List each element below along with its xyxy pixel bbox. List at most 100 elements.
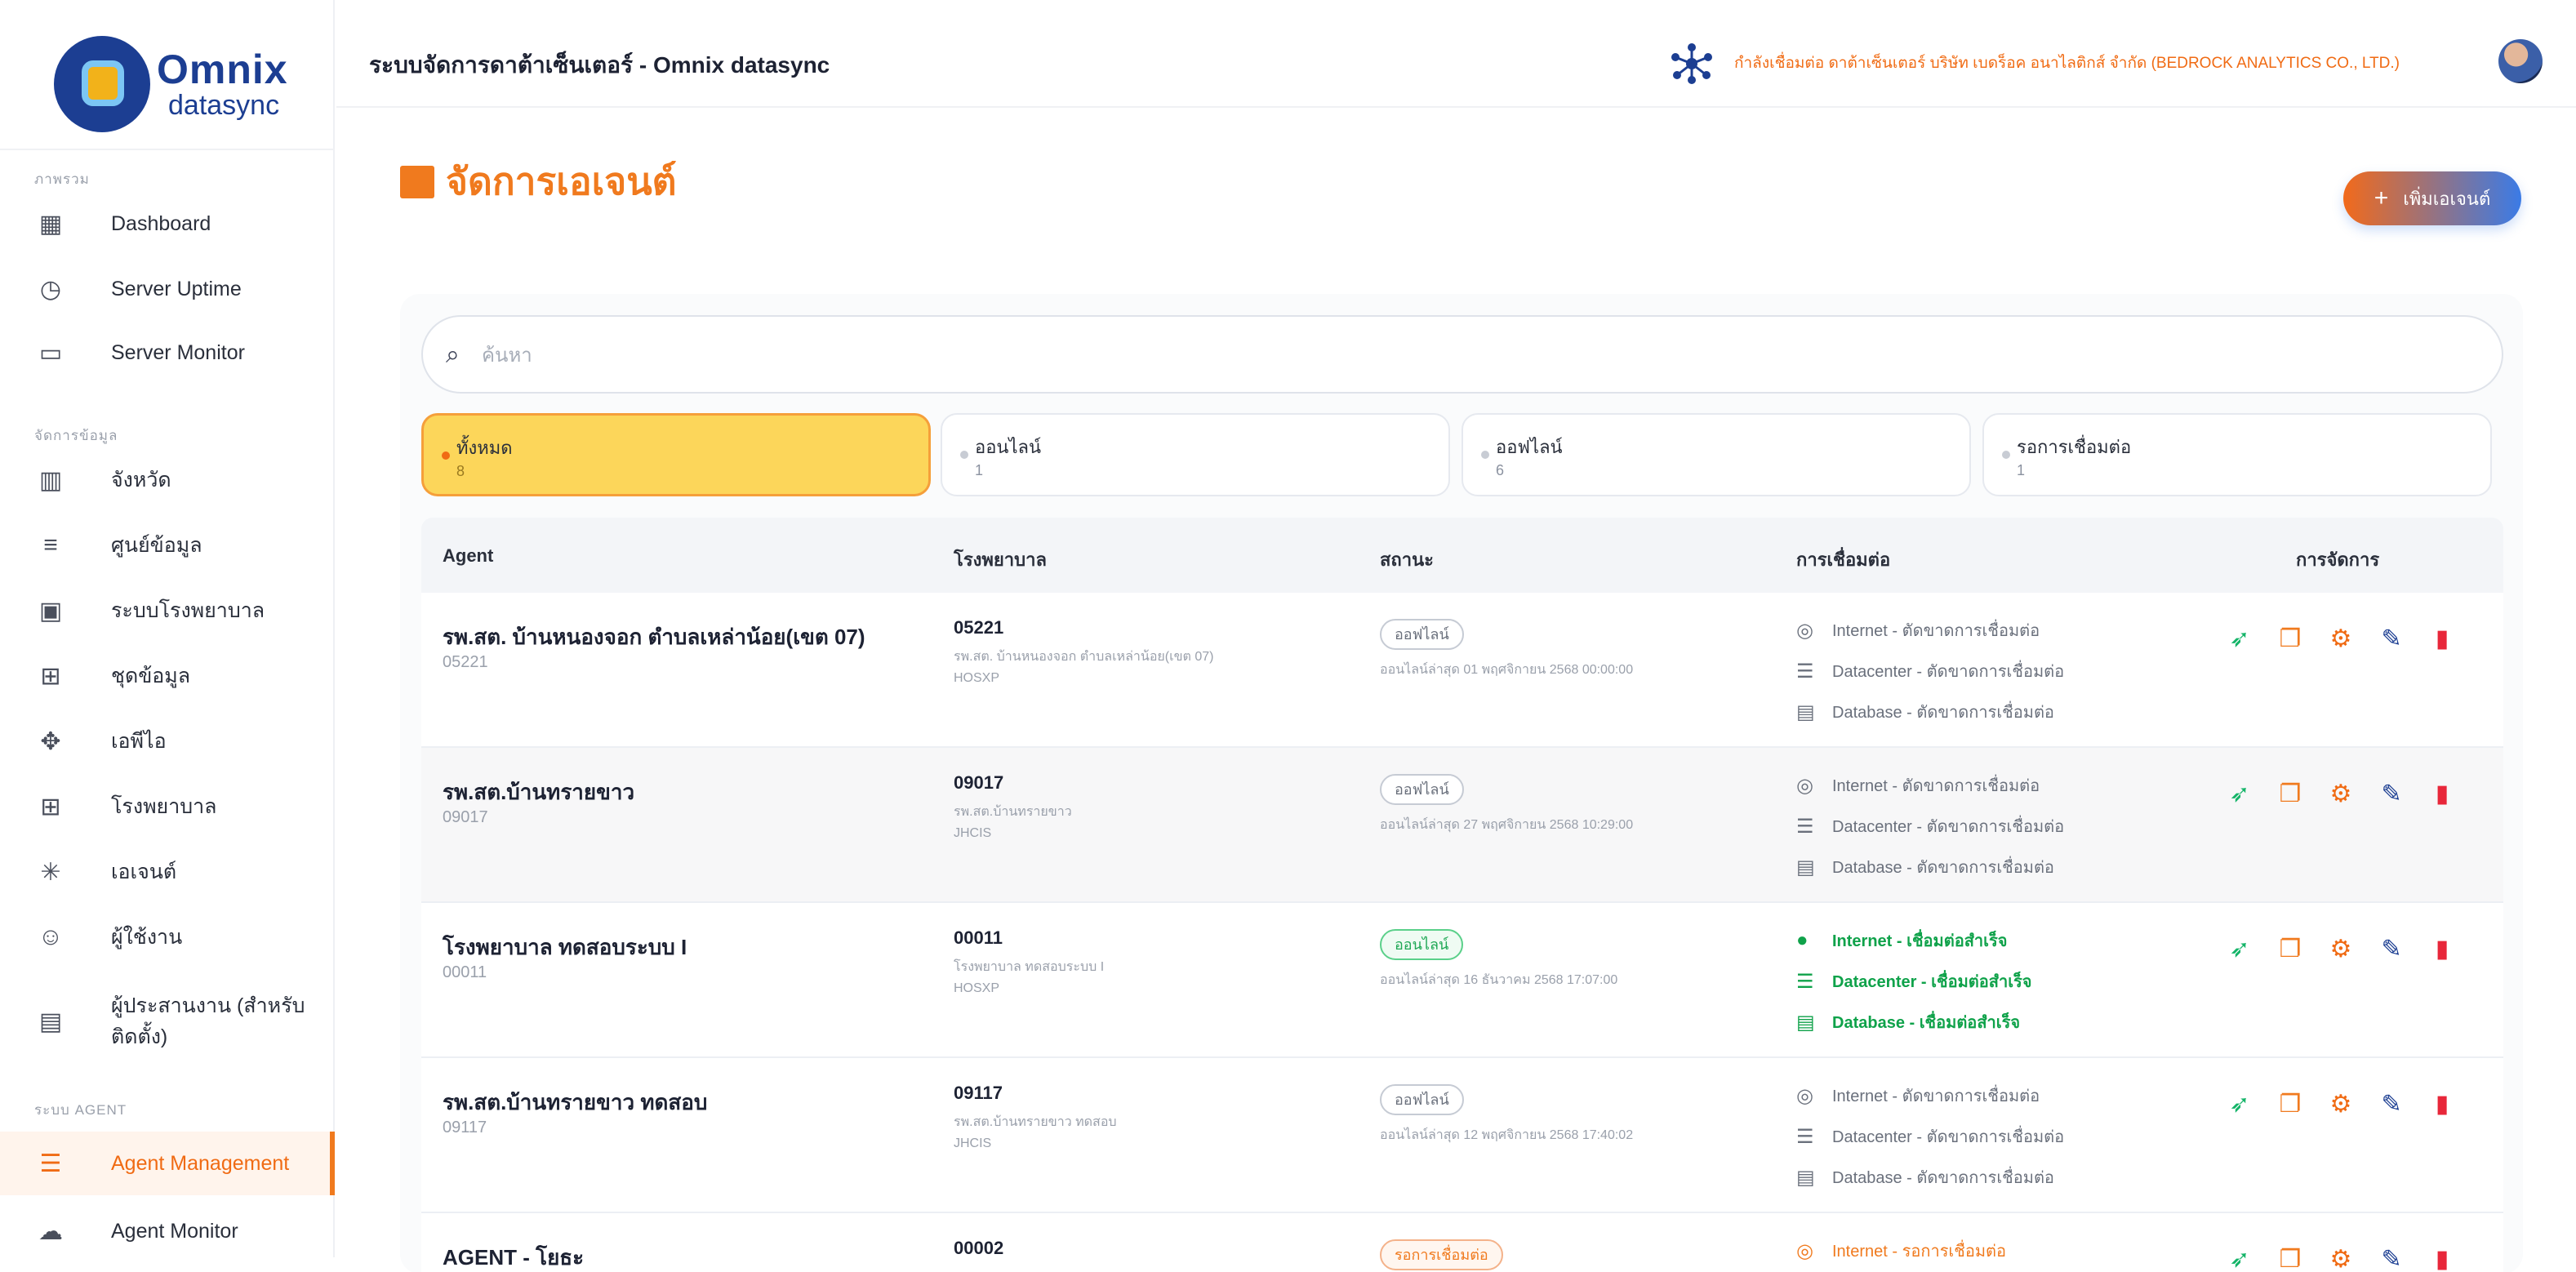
edit-icon[interactable]: ✎ xyxy=(2366,932,2417,965)
column-header-connection: การเชื่อมต่อ xyxy=(1796,549,1891,570)
top-bar: ระบบจัดการดาต้าเซ็นเตอร์ - Omnix datasyn… xyxy=(336,0,2576,108)
logo-divider xyxy=(0,149,335,150)
rocket-icon[interactable]: ➶ xyxy=(2214,777,2265,810)
sidebar-item-label: Agent Management xyxy=(111,1151,290,1175)
copy-icon[interactable]: ❐ xyxy=(2265,777,2316,810)
row-actions: ➶ ❐ ⚙ ✎ ▮ xyxy=(2214,777,2467,810)
hospital-name: โรงพยาบาล ทดสอบระบบ I xyxy=(954,960,1105,974)
sidebar-item-dashboard[interactable]: ▦ Dashboard xyxy=(0,198,335,250)
table-row[interactable]: โรงพยาบาล ทดสอบระบบ I 00011 00011 โรงพยา… xyxy=(421,903,2503,1058)
sidebar-item-hospital[interactable]: ⊞ โรงพยาบาล xyxy=(0,781,335,833)
row-actions: ➶ ❐ ⚙ ✎ ▮ xyxy=(2214,1087,2467,1120)
sidebar-item-datacenter[interactable]: ≡ ศูนย์ข้อมูล xyxy=(0,519,335,572)
sidebar-item-coordinator[interactable]: ▤ ผู้ประสานงาน (สำหรับ ติดตั้ง) xyxy=(0,976,335,1066)
sidebar-item-hospital-system[interactable]: ▣ ระบบโรงพยาบาล xyxy=(0,585,335,637)
gear-icon[interactable]: ⚙ xyxy=(2316,1243,2366,1272)
rocket-icon[interactable]: ➶ xyxy=(2214,622,2265,655)
list-icon: ≡ xyxy=(43,531,58,558)
filter-all[interactable]: ทั้งหมด 8 xyxy=(421,413,931,496)
sidebar-item-label: Agent Monitor xyxy=(111,1219,238,1243)
conn-database-text: Database - ตัดขาดการเชื่อมต่อ xyxy=(1832,859,2054,877)
trash-icon[interactable]: ▮ xyxy=(2417,1243,2467,1272)
status-badge: ออฟไลน์ xyxy=(1380,774,1464,805)
filter-count: 1 xyxy=(975,462,984,478)
sidebar-item-label: Dashboard xyxy=(111,211,211,235)
table-row[interactable]: รพ.สต. บ้านหนองจอก ตำบลเหล่าน้อย(เขต 07)… xyxy=(421,593,2503,748)
table-row[interactable]: AGENT - โยธะ 00002 รอการเชื่อมต่อ ◎ Inter… xyxy=(421,1213,2503,1272)
hospital-system: JHCIS xyxy=(954,1136,992,1150)
sidebar-item-agent[interactable]: ✳ เอเจนต์ xyxy=(0,846,335,898)
section-label-data-management: จัดการข้อมูล xyxy=(34,428,118,443)
agent-name: รพ.สต. บ้านหนองจอก ตำบลเหล่าน้อย(เขต 07) xyxy=(443,625,865,649)
table-row[interactable]: รพ.สต.บ้านทรายขาว ทดสอบ 09117 09117 รพ.ส… xyxy=(421,1058,2503,1213)
gear-icon[interactable]: ⚙ xyxy=(2316,622,2366,655)
search-input[interactable] xyxy=(482,336,2441,376)
datacenter-icon: ☰ xyxy=(1796,815,1814,838)
gear-icon[interactable]: ⚙ xyxy=(2316,1087,2366,1120)
sidebar-item-province[interactable]: ▥ จังหวัด xyxy=(0,454,335,506)
sidebar-item-agent-monitor[interactable]: ☁ Agent Monitor xyxy=(0,1205,335,1257)
rocket-icon[interactable]: ➶ xyxy=(2214,1243,2265,1272)
trash-icon[interactable]: ▮ xyxy=(2417,1087,2467,1120)
avatar[interactable] xyxy=(2498,39,2543,83)
add-agent-button[interactable]: + เพิ่มเอเจนต์ xyxy=(2343,171,2521,225)
database-icon: ▤ xyxy=(1796,700,1815,723)
copy-icon[interactable]: ❐ xyxy=(2265,1243,2316,1272)
brand-sub: datasync xyxy=(168,90,280,121)
connection-status-text: กำลังเชื่อมต่อ ดาต้าเซ็นเตอร์ บริษัท เบด… xyxy=(1734,55,2400,72)
filter-offline[interactable]: ออฟไลน์ 6 xyxy=(1462,413,1971,496)
edit-icon[interactable]: ✎ xyxy=(2366,1087,2417,1120)
trash-icon[interactable]: ▮ xyxy=(2417,622,2467,655)
brand-logo[interactable]: Omnix datasync xyxy=(54,36,288,132)
datacenter-icon: ☰ xyxy=(1796,1125,1814,1148)
database-icon: ▤ xyxy=(1796,1011,1815,1034)
rocket-icon[interactable]: ➶ xyxy=(2214,932,2265,965)
column-header-actions: การจัดการ xyxy=(2296,549,2380,570)
globe-icon: ◎ xyxy=(1796,774,1813,797)
gear-icon[interactable]: ⚙ xyxy=(2316,932,2366,965)
grid-icon: ▦ xyxy=(38,210,63,238)
copy-icon[interactable]: ❐ xyxy=(2265,932,2316,965)
monitor-icon: ▭ xyxy=(38,339,63,367)
hospital-icon: ⊞ xyxy=(40,793,61,821)
column-header-hospital: โรงพยาบาล xyxy=(954,549,1047,570)
search-box[interactable]: ⌕ xyxy=(421,315,2503,394)
rocket-icon[interactable]: ➶ xyxy=(2214,1087,2265,1120)
filter-dot xyxy=(960,451,968,459)
edit-icon[interactable]: ✎ xyxy=(2366,777,2417,810)
conn-internet-text: Internet - ตัดขาดการเชื่อมต่อ xyxy=(1832,622,2040,640)
sidebar-item-dataset[interactable]: ⊞ ชุดข้อมูล xyxy=(0,650,335,702)
status-badge: ออฟไลน์ xyxy=(1380,619,1464,650)
trash-icon[interactable]: ▮ xyxy=(2417,932,2467,965)
cloud-icon: ☁ xyxy=(38,1217,63,1245)
agent-code: 05221 xyxy=(443,653,488,671)
sidebar-item-api[interactable]: ✥ เอพีไอ xyxy=(0,715,335,767)
conn-internet: ● Internet - เชื่อมต่อสำเร็จ xyxy=(1796,927,2007,954)
conn-internet: ◎ Internet - รอการเชื่อมต่อ xyxy=(1796,1238,2006,1264)
sidebar-item-agent-management[interactable]: ☰ Agent Management xyxy=(0,1132,335,1195)
conn-internet: ◎ Internet - ตัดขาดการเชื่อมต่อ xyxy=(1796,772,2040,798)
copy-icon[interactable]: ❐ xyxy=(2265,1087,2316,1120)
contact-card-icon: ▤ xyxy=(38,1007,63,1035)
sidebar-item-label: ผู้ใช้งาน xyxy=(111,926,183,949)
sidebar-item-users[interactable]: ☺ ผู้ใช้งาน xyxy=(0,911,335,963)
sidebar-item-label: ระบบโรงพยาบาล xyxy=(111,599,265,622)
users-icon: ☺ xyxy=(38,923,64,950)
sidebar-item-server-monitor[interactable]: ▭ Server Monitor xyxy=(0,327,335,379)
copy-icon[interactable]: ❐ xyxy=(2265,622,2316,655)
dataset-icon: ⊞ xyxy=(40,662,61,690)
conn-database-text: Database - ตัดขาดการเชื่อมต่อ xyxy=(1832,1169,2054,1187)
conn-internet: ◎ Internet - ตัดขาดการเชื่อมต่อ xyxy=(1796,617,2040,643)
add-agent-label: เพิ่มเอเจนต์ xyxy=(2403,188,2491,209)
sidebar-item-server-uptime[interactable]: ◷ Server Uptime xyxy=(0,263,335,315)
conn-datacenter: ☰ Datacenter - เชื่อมต่อสำเร็จ xyxy=(1796,968,2032,994)
gear-icon[interactable]: ⚙ xyxy=(2316,777,2366,810)
edit-icon[interactable]: ✎ xyxy=(2366,622,2417,655)
database-icon: ▤ xyxy=(1796,1166,1815,1189)
filter-online[interactable]: ออนไลน์ 1 xyxy=(941,413,1450,496)
status-badge: ออฟไลน์ xyxy=(1380,1084,1464,1115)
trash-icon[interactable]: ▮ xyxy=(2417,777,2467,810)
table-row[interactable]: รพ.สต.บ้านทรายขาว 09017 09017 รพ.สต.บ้าน… xyxy=(421,748,2503,903)
filter-pending[interactable]: รอการเชื่อมต่อ 1 xyxy=(1982,413,2492,496)
edit-icon[interactable]: ✎ xyxy=(2366,1243,2417,1272)
